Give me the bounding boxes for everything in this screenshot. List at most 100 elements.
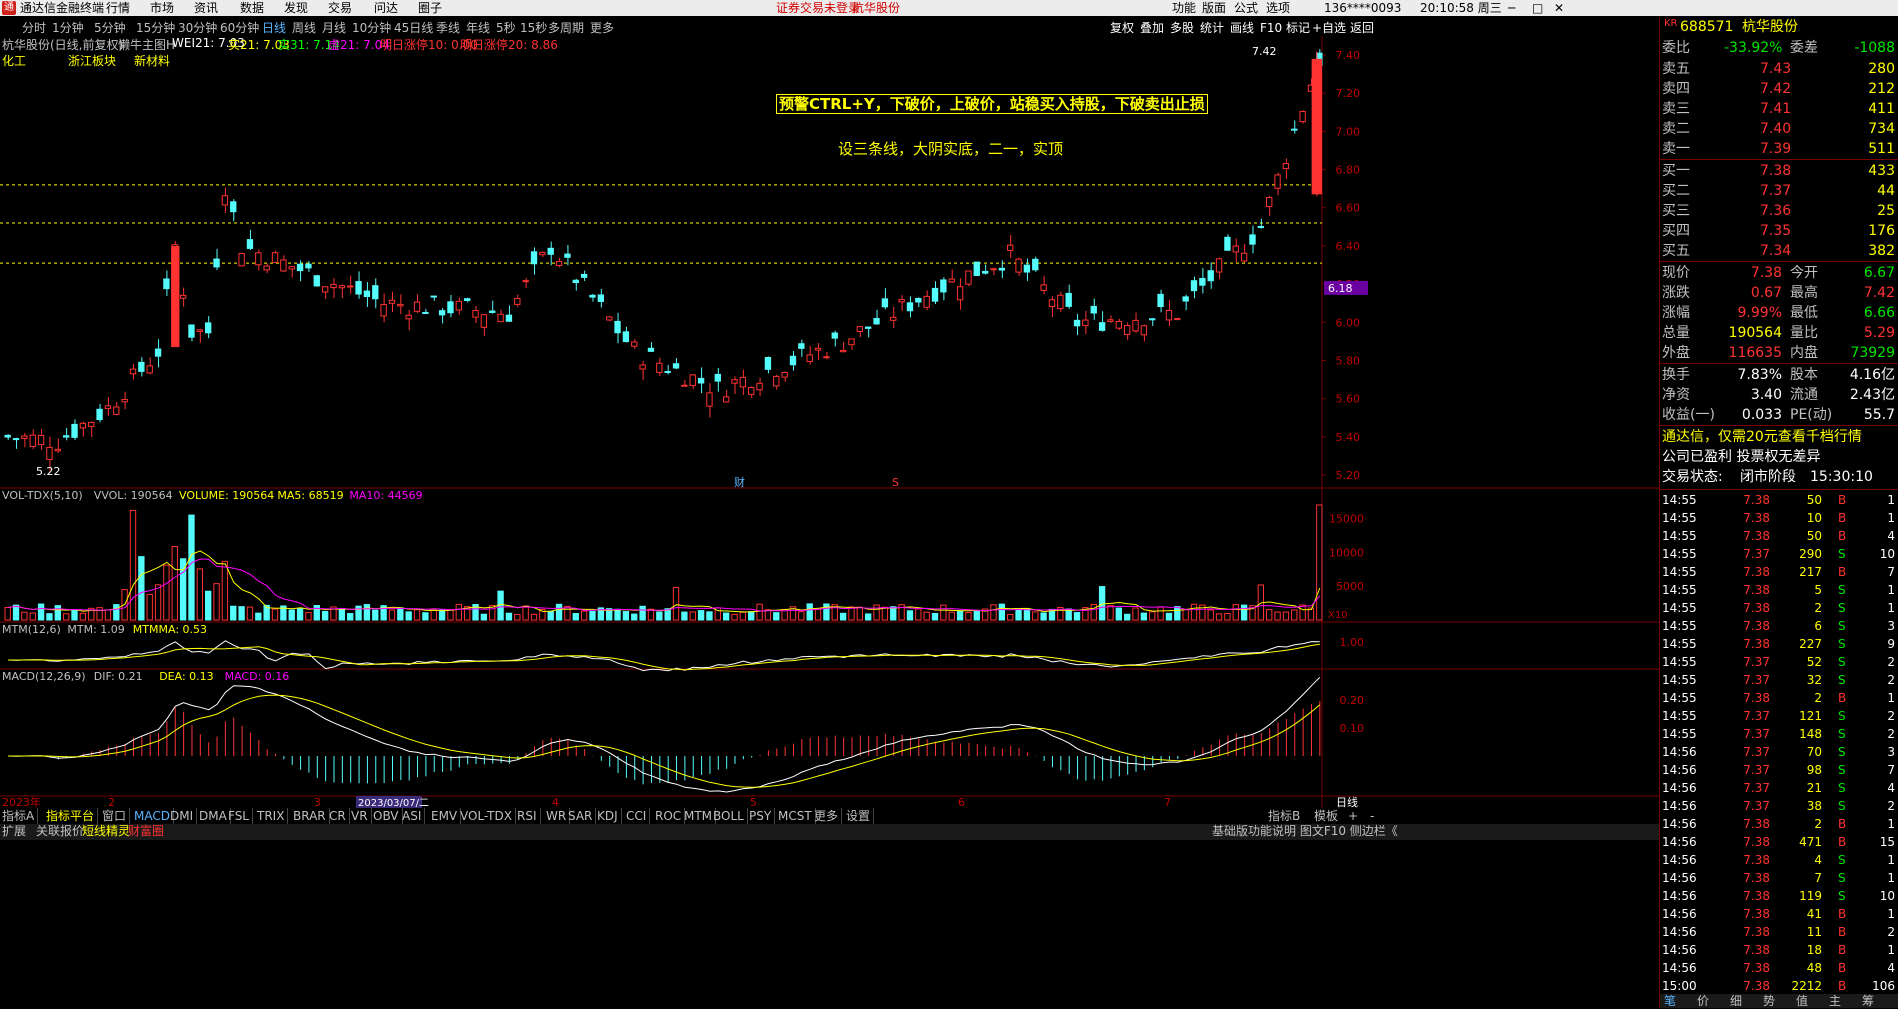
indicator-tab-8[interactable]: BRAR: [293, 808, 330, 824]
volume-bar[interactable]: [631, 613, 638, 621]
finance-marker[interactable]: 财: [734, 475, 745, 489]
period-4[interactable]: 30分钟: [178, 18, 217, 38]
lines-annotation[interactable]: 设三条线，大阴实底，二一，实顶: [838, 140, 1063, 158]
candlestick[interactable]: [163, 278, 170, 290]
candlestick[interactable]: [672, 363, 680, 369]
volume-bar[interactable]: [1015, 609, 1022, 621]
candlestick[interactable]: [1190, 280, 1198, 292]
toolbar-btn-8[interactable]: 返回: [1350, 18, 1374, 38]
candlestick[interactable]: [372, 285, 379, 300]
volume-bar[interactable]: [865, 613, 872, 621]
candlestick[interactable]: [255, 252, 262, 266]
candlestick[interactable]: [288, 266, 295, 270]
candlestick[interactable]: [873, 318, 880, 325]
candlestick[interactable]: [1299, 111, 1306, 123]
candlestick[interactable]: [639, 364, 646, 370]
candlestick[interactable]: [96, 408, 103, 421]
volume-bar[interactable]: [672, 586, 680, 621]
volume-bar[interactable]: [931, 612, 939, 621]
bid-row-3[interactable]: 买三 7.36 25: [1660, 201, 1898, 221]
toolbar-btn-6[interactable]: 标记: [1286, 18, 1310, 38]
volume-bar[interactable]: [146, 593, 153, 621]
indicator-tab-23[interactable]: PSY: [749, 808, 776, 824]
menu-discover[interactable]: 发现: [284, 0, 308, 16]
candlestick[interactable]: [330, 283, 337, 289]
bottom-right-text[interactable]: 基础版功能说明 图文F10 侧边栏《: [1212, 824, 1398, 840]
volume-bar[interactable]: [1165, 612, 1173, 621]
candlestick[interactable]: [731, 379, 738, 384]
period-11[interactable]: 季线: [436, 18, 460, 38]
volume-bar[interactable]: [154, 584, 162, 621]
candlestick[interactable]: [1232, 245, 1239, 253]
bid-row-5[interactable]: 买五 7.34 382: [1660, 241, 1898, 261]
candlestick[interactable]: [789, 355, 797, 366]
user-account[interactable]: 136****0093: [1324, 0, 1401, 16]
candlestick[interactable]: [1048, 299, 1056, 307]
candlestick[interactable]: [196, 329, 204, 332]
candlestick[interactable]: [865, 326, 872, 329]
candlestick[interactable]: [1040, 284, 1047, 291]
candlestick[interactable]: [230, 201, 237, 213]
volume-bar[interactable]: [990, 604, 997, 621]
candlestick[interactable]: [489, 310, 496, 313]
tabs-right-1[interactable]: 模板: [1314, 808, 1338, 824]
toolbar-btn-1[interactable]: 叠加: [1140, 18, 1164, 38]
candlestick[interactable]: [614, 320, 621, 334]
candlestick[interactable]: [722, 396, 730, 403]
candlestick[interactable]: [1249, 234, 1256, 245]
candlestick[interactable]: [814, 347, 822, 351]
volume-bar[interactable]: [614, 608, 621, 621]
period-14[interactable]: 15秒: [520, 18, 547, 38]
indicator-tab-2[interactable]: 窗口: [102, 808, 131, 824]
indicator-tab-21[interactable]: MTM: [684, 808, 717, 824]
volume-bar[interactable]: [1299, 604, 1306, 621]
volume-bar[interactable]: [1107, 605, 1114, 621]
candlestick[interactable]: [597, 294, 605, 302]
candlestick[interactable]: [522, 280, 529, 283]
volume-bar[interactable]: [739, 611, 747, 621]
volume-bar[interactable]: [171, 546, 178, 621]
candlestick[interactable]: [1057, 294, 1064, 310]
indicator-tab-26[interactable]: 设置: [846, 808, 875, 824]
volume-bar[interactable]: [530, 613, 538, 621]
candlestick[interactable]: [990, 268, 997, 271]
candlestick[interactable]: [1115, 320, 1122, 329]
volume-bar[interactable]: [1073, 612, 1081, 621]
volume-bar[interactable]: [138, 556, 145, 621]
toolbar-btn-7[interactable]: +自选: [1312, 18, 1346, 38]
volume-bar[interactable]: [104, 609, 112, 621]
volume-bar[interactable]: [1282, 611, 1290, 621]
indicator-tab-1[interactable]: 指标平台: [46, 808, 99, 824]
candlestick[interactable]: [463, 298, 471, 302]
kline-chart-area[interactable]: 7.407.207.006.806.606.406.206.005.805.60…: [0, 36, 1659, 826]
candlestick[interactable]: [898, 299, 905, 303]
candlestick[interactable]: [4, 434, 11, 438]
candlestick[interactable]: [714, 373, 721, 382]
volume-bar[interactable]: [296, 607, 304, 621]
volume-bar[interactable]: [681, 611, 688, 621]
candlestick[interactable]: [1266, 196, 1273, 208]
volume-bar[interactable]: [113, 604, 120, 621]
volume-bar[interactable]: [764, 609, 772, 621]
volume-bar[interactable]: [547, 610, 554, 621]
volume-bar[interactable]: [1098, 586, 1106, 621]
volume-bar[interactable]: [4, 606, 11, 621]
candlestick[interactable]: [739, 376, 747, 388]
volume-bar[interactable]: [271, 608, 279, 621]
candlestick[interactable]: [1282, 163, 1290, 170]
menu-trade[interactable]: 交易: [328, 0, 352, 16]
menu-options[interactable]: 选项: [1266, 0, 1290, 16]
volume-bar[interactable]: [355, 605, 362, 621]
candlestick[interactable]: [806, 354, 813, 363]
short-line-genie[interactable]: 短线精灵: [82, 824, 130, 840]
candlestick[interactable]: [580, 273, 588, 278]
candlestick[interactable]: [881, 298, 889, 308]
volume-bar[interactable]: [689, 611, 696, 621]
candlestick[interactable]: [71, 423, 78, 438]
volume-bar[interactable]: [205, 590, 212, 621]
candlestick[interactable]: [380, 304, 387, 317]
candlestick[interactable]: [1224, 236, 1231, 251]
indicator-tab-11[interactable]: OBV: [373, 808, 403, 824]
volume-bar[interactable]: [246, 606, 254, 621]
indicator-tab-10[interactable]: VR: [351, 808, 372, 824]
